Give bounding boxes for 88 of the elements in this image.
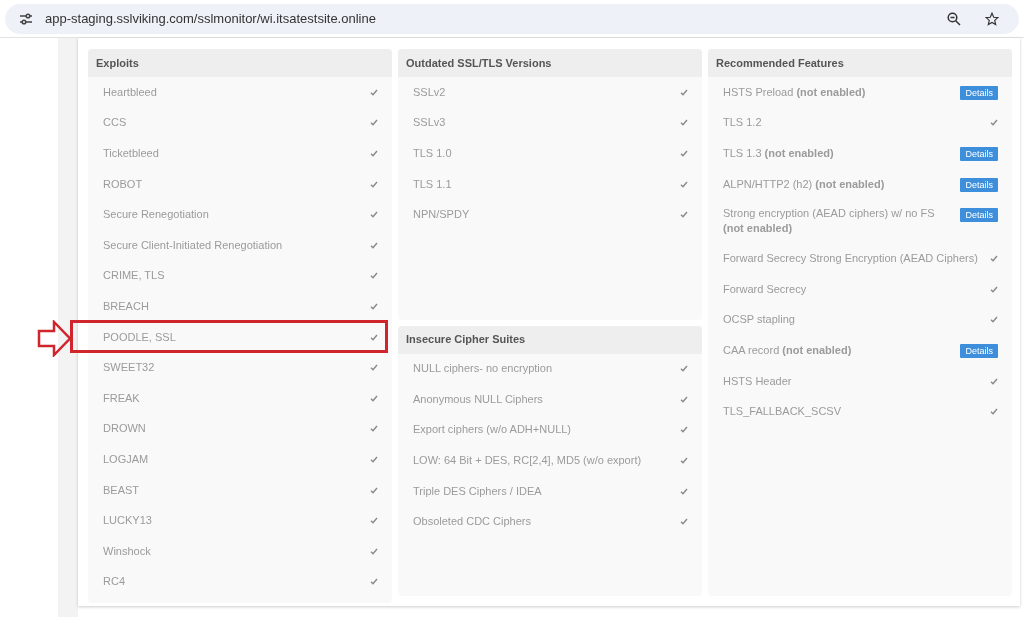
check-icon xyxy=(370,486,378,494)
check-icon xyxy=(370,302,378,310)
check-icon xyxy=(680,395,688,403)
feature-label: Heartbleed xyxy=(103,84,157,100)
check-icon xyxy=(680,365,688,373)
check-icon xyxy=(680,426,688,434)
url-text[interactable]: app-staging.sslviking.com/sslmonitor/wi.itsatestsite.online xyxy=(45,8,935,29)
check-icon xyxy=(370,180,378,188)
zoom-icon[interactable] xyxy=(947,11,961,26)
address-bar[interactable]: app-staging.sslviking.com/sslmonitor/wi.itsatestsite.online xyxy=(5,3,1019,34)
feature-label: Anonymous NULL Ciphers xyxy=(413,391,543,407)
feature-label: NPN/SPDY xyxy=(413,207,470,223)
feature-label: Secure Client-Initiated Renegotiation xyxy=(103,237,283,253)
check-icon xyxy=(370,241,378,249)
check-icon xyxy=(680,88,688,96)
check-icon xyxy=(370,547,378,555)
details-button[interactable]: Details xyxy=(960,208,998,223)
check-icon xyxy=(680,119,688,127)
feature-label: Strong encryption (AEAD ciphers) w/ no FS (not enabled) xyxy=(723,206,936,237)
check-icon xyxy=(680,487,688,495)
feature-label: Export ciphers (w/o ADH+NULL) xyxy=(413,422,572,438)
check-icon xyxy=(370,425,378,433)
feature-label: CRIME, TLS xyxy=(103,268,165,284)
panel-header: Exploits xyxy=(88,49,392,77)
feature-label: TLS 1.0 xyxy=(413,146,452,161)
feature-label: Forward Secrecy Strong Encryption (AEAD Ciphers) xyxy=(723,251,978,267)
star-icon[interactable] xyxy=(985,11,999,26)
check-icon xyxy=(990,255,998,263)
feature-label: LUCKY13 xyxy=(103,513,152,529)
feature-label: SSLv2 xyxy=(413,84,446,100)
check-icon xyxy=(990,377,998,385)
feature-label: ROBOT xyxy=(103,176,143,192)
check-icon xyxy=(370,211,378,219)
feature-label: BREACH xyxy=(103,298,149,314)
feature-label: FREAK xyxy=(103,390,140,406)
feature-label: Obsoleted CDC Ciphers xyxy=(413,514,531,530)
feature-label: Forward Secrecy xyxy=(723,281,807,297)
panel-header: Recommended Features xyxy=(708,49,1012,77)
feature-label: TLS 1.1 xyxy=(413,176,452,192)
feature-label: TLS 1.2 xyxy=(723,115,762,131)
check-icon xyxy=(680,518,688,526)
check-icon xyxy=(990,285,998,293)
check-icon xyxy=(370,364,378,372)
check-icon xyxy=(370,333,378,341)
check-icon xyxy=(680,457,688,465)
feature-label: BEAST xyxy=(103,482,140,498)
feature-label: CCS xyxy=(103,115,127,131)
panel-header: Outdated SSL/TLS Versions xyxy=(398,49,702,77)
feature-label: HSTS Preload (not enabled) xyxy=(723,84,866,100)
details-button[interactable]: Details xyxy=(960,177,998,192)
check-icon xyxy=(680,180,688,188)
panel-header: Insecure Cipher Suites xyxy=(398,325,702,354)
check-icon xyxy=(990,316,998,324)
check-icon xyxy=(990,408,998,416)
check-icon xyxy=(370,272,378,280)
check-icon xyxy=(680,150,688,157)
details-button[interactable]: Details xyxy=(960,147,998,162)
feature-label: SWEET32 xyxy=(103,360,155,376)
feature-label: POODLE, SSL xyxy=(103,329,176,345)
feature-label: Triple DES Ciphers / IDEA xyxy=(413,483,542,499)
feature-label: CAA record (not enabled) xyxy=(723,342,852,358)
check-icon xyxy=(990,119,998,127)
details-button[interactable]: Details xyxy=(960,344,998,359)
feature-label: HSTS Header xyxy=(723,373,792,389)
feature-label: RC4 xyxy=(103,574,125,590)
check-icon xyxy=(370,150,378,157)
check-icon xyxy=(370,119,378,127)
feature-label: OCSP stapling xyxy=(723,312,795,328)
feature-label: DROWN xyxy=(103,421,146,437)
feature-label: Winshock xyxy=(103,543,151,559)
feature-label: TLS_FALLBACK_SCSV xyxy=(723,404,841,420)
check-icon xyxy=(370,517,378,525)
feature-label: LOW: 64 Bit + DES, RC[2,4], MD5 (w/o export) xyxy=(413,453,642,469)
feature-label: SSLv3 xyxy=(413,115,446,131)
arrow-annotation xyxy=(37,319,72,357)
check-icon xyxy=(680,211,688,219)
details-button[interactable]: Details xyxy=(960,86,998,100)
check-icon xyxy=(370,88,378,96)
check-icon xyxy=(370,455,378,463)
feature-label: LOGJAM xyxy=(103,451,149,467)
check-icon xyxy=(370,394,378,402)
feature-label: ALPN/HTTP2 (h2) (not enabled) xyxy=(723,176,885,192)
feature-label: NULL ciphers- no encryption xyxy=(413,361,552,377)
feature-label: TLS 1.3 (not enabled) xyxy=(723,146,834,161)
check-icon xyxy=(370,578,378,586)
site-settings-icon[interactable] xyxy=(19,12,33,25)
feature-label: Secure Renegotiation xyxy=(103,207,209,223)
feature-label: Ticketbleed xyxy=(103,146,159,161)
